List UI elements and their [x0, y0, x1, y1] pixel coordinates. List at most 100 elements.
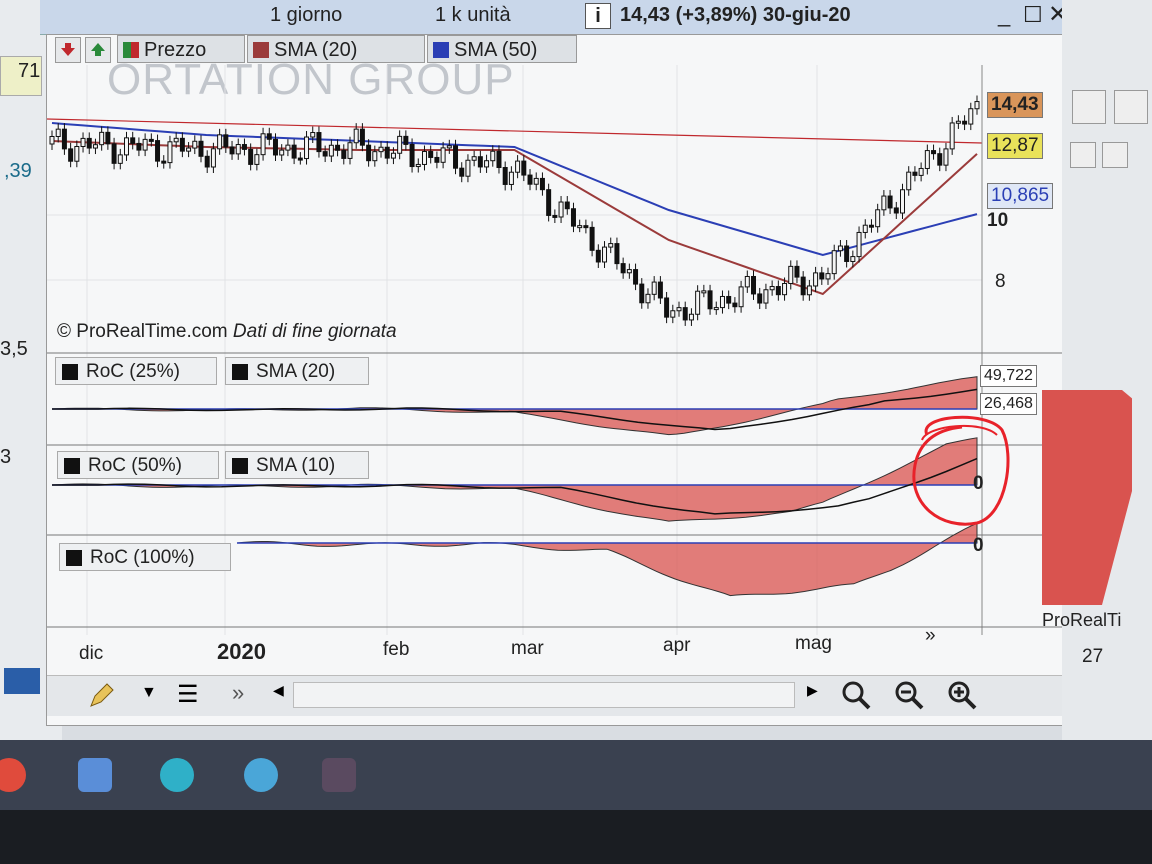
candle-body	[272, 138, 278, 156]
roc100-legend[interactable]: RoC (100%)	[59, 543, 231, 571]
scroll-left-icon[interactable]: ◀	[273, 682, 284, 699]
candle-body	[55, 128, 61, 137]
scroll-forward-button[interactable]: »	[925, 625, 936, 647]
sma50-value-box: 10,865	[987, 183, 1054, 209]
candle-body	[390, 152, 396, 159]
candle-body	[266, 133, 272, 140]
horizontal-scrollbar[interactable]	[293, 682, 795, 708]
zoom-fit-icon[interactable]	[839, 678, 873, 712]
candle-body	[440, 147, 446, 163]
candle-body	[856, 231, 862, 258]
candle-body	[86, 137, 92, 149]
candle-body	[130, 137, 136, 144]
candle-body	[403, 135, 409, 145]
info-icon[interactable]: i	[585, 3, 611, 29]
candle-body	[92, 144, 98, 149]
timeframe-select[interactable]: 1 giorno	[270, 0, 342, 30]
candle-style-icon[interactable]	[1072, 90, 1106, 124]
candle-body	[111, 143, 117, 164]
chart-window: Prezzo SMA (20) SMA (50) ORTATION GROUP	[46, 34, 1064, 726]
candle-body	[279, 149, 285, 156]
left-menu-button[interactable]	[4, 668, 40, 694]
zoom-out-icon[interactable]	[892, 678, 926, 712]
candle-body	[241, 144, 247, 150]
maximize-icon[interactable]: ☐	[1023, 0, 1043, 30]
browser-icon[interactable]	[0, 758, 26, 792]
menu-icon[interactable]: ☰	[177, 680, 199, 709]
candle-body	[74, 146, 80, 162]
sma20-line	[51, 140, 978, 296]
pencil-icon[interactable]	[87, 682, 115, 710]
app-icon[interactable]	[244, 758, 278, 792]
right-arrow-up-icon[interactable]	[1102, 142, 1128, 168]
time-label-feb: feb	[383, 639, 410, 660]
candle-body	[763, 289, 769, 304]
candle-body	[347, 142, 353, 159]
minimize-icon[interactable]: _	[998, 0, 1010, 30]
candle-body	[477, 156, 483, 168]
prorealtime-icon[interactable]	[322, 758, 356, 792]
window-titlebar: 1 giorno 1 k unità i 14,43 (+3,89%) 30-g…	[40, 0, 1070, 35]
candle-body	[49, 136, 55, 145]
candle-body	[186, 147, 192, 152]
roc50-swatch	[64, 458, 80, 474]
units-select[interactable]: 1 k unità	[435, 0, 511, 30]
roc50-sma-swatch	[232, 458, 248, 474]
candle-body	[968, 108, 974, 125]
candle-body	[210, 148, 216, 168]
zoom-in-icon[interactable]	[945, 678, 979, 712]
candle-body	[688, 313, 694, 321]
copyright-notice: © ProRealTime.com Dati di fine giornata	[57, 321, 397, 343]
candle-body	[297, 157, 303, 161]
left-value-3: 3,5	[0, 338, 28, 360]
candle-body	[155, 140, 161, 162]
candle-body	[806, 285, 812, 296]
candle-body	[434, 156, 440, 163]
candle-body	[123, 137, 129, 156]
candle-body	[192, 140, 198, 149]
roc25-legend[interactable]: RoC (25%)	[55, 357, 217, 385]
candle-body	[453, 145, 459, 169]
candle-body	[955, 120, 961, 124]
candle-body	[552, 214, 558, 218]
dropdown-arrow-icon[interactable]: ▼	[141, 684, 157, 702]
candle-body	[794, 265, 800, 278]
right-arrow-down-icon[interactable]	[1070, 142, 1096, 168]
scroll-right-icon[interactable]: ▶	[807, 682, 818, 699]
candle-body	[502, 167, 508, 185]
candle-body	[651, 281, 657, 295]
right-copyright: ProRealTi	[1042, 610, 1122, 630]
price-candles	[49, 95, 980, 326]
right-date-label: 27	[1082, 646, 1104, 667]
candle-body	[328, 144, 334, 157]
file-explorer-icon[interactable]	[78, 758, 112, 792]
candle-body	[782, 282, 788, 296]
candle-body	[217, 134, 223, 150]
candle-body	[614, 243, 620, 265]
link-icon[interactable]	[1114, 90, 1148, 124]
candle-body	[719, 295, 725, 309]
candle-body	[695, 290, 701, 315]
roc100-swatch	[66, 550, 82, 566]
more-tools-icon[interactable]: »	[232, 680, 244, 706]
candle-body	[198, 140, 204, 157]
roc50-sma-legend[interactable]: SMA (10)	[225, 451, 369, 479]
candle-body	[421, 151, 427, 165]
candle-body	[415, 163, 421, 168]
left-value-4: 3	[0, 446, 12, 468]
roc25-sma-swatch	[232, 364, 248, 380]
roc50-legend[interactable]: RoC (50%)	[57, 451, 219, 479]
candle-body	[775, 286, 781, 296]
candle-body	[229, 146, 235, 155]
roc25-sma-legend[interactable]: SMA (20)	[225, 357, 369, 385]
candle-body	[937, 153, 943, 166]
quote-text: 14,43 (+3,89%) 30-giu-20	[620, 4, 851, 26]
candle-body	[496, 150, 502, 169]
edge-icon[interactable]	[160, 758, 194, 792]
candle-body	[831, 250, 837, 275]
candle-body	[533, 177, 539, 185]
candle-body	[949, 122, 955, 150]
candle-body	[248, 148, 254, 165]
candle-body	[179, 137, 185, 152]
candle-body	[61, 128, 67, 150]
